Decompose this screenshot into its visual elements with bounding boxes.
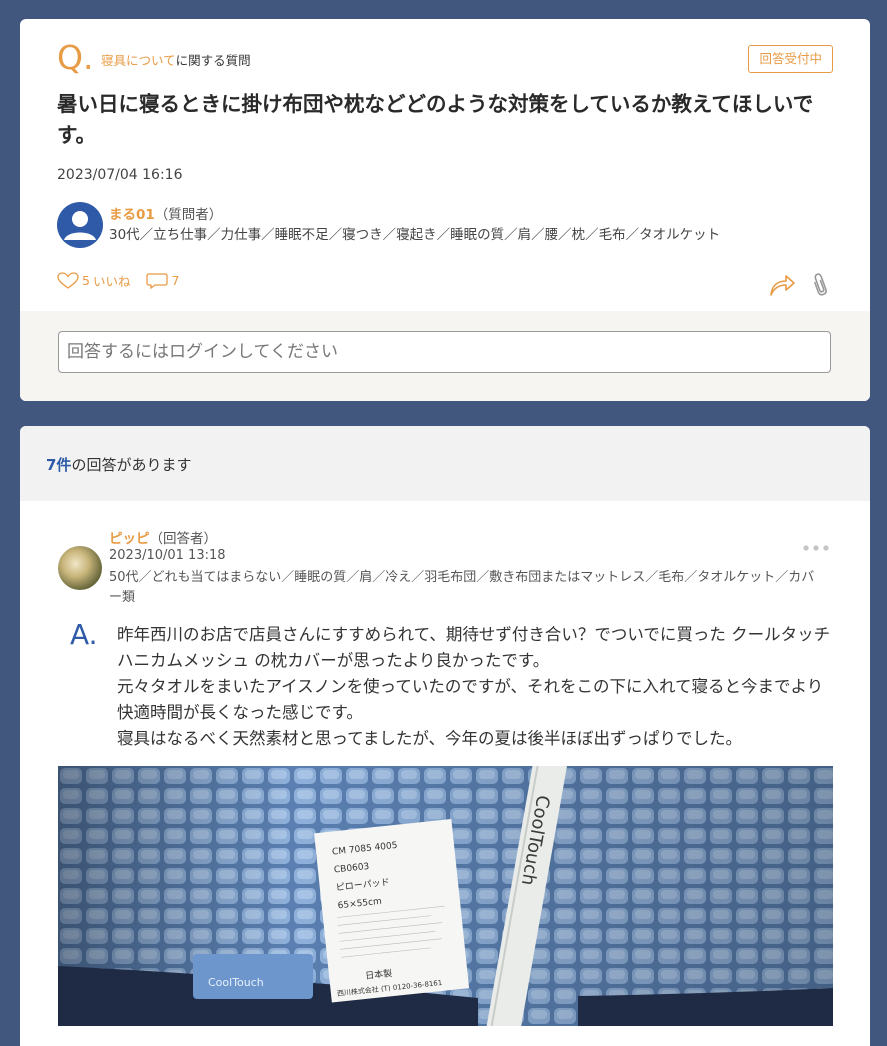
comment-button[interactable]: 7 bbox=[146, 272, 179, 290]
login-area: 回答するにはログインしてください bbox=[20, 311, 870, 401]
status-badge: 回答受付中 bbox=[748, 45, 833, 73]
paperclip-icon bbox=[814, 273, 827, 296]
asker-tags: 30代／立ち仕事／力仕事／睡眠不足／寝つき／寝起き／睡眠の質／肩／腰／枕／毛布／… bbox=[109, 227, 721, 243]
answerer-info: ピッピ（回答者） bbox=[109, 527, 217, 547]
comment-count: 7 bbox=[171, 273, 180, 288]
question-title: 暑い日に寝るときに掛け布団や枕などどのような対策をしているか教えてほしいです。 bbox=[57, 92, 814, 147]
answers-count-suffix: の回答があります bbox=[71, 456, 192, 474]
answerer-name[interactable]: ピッピ bbox=[109, 531, 150, 547]
asker-role: （質問者） bbox=[154, 207, 223, 223]
answer-body: 昨年西川のお店で店員さんにすすめられて、期待せず付き合い？でついでに買った クー… bbox=[117, 622, 832, 752]
answer-mark: A. bbox=[70, 618, 98, 651]
answer-paragraph: 寝具はなるべく天然素材と思ってましたが、今年の夏は後半ほぼ出ずっぱりでした。 bbox=[117, 729, 743, 748]
share-button[interactable] bbox=[768, 271, 796, 301]
comment-icon bbox=[146, 272, 169, 289]
answers-card: 7件の回答があります ピッピ（回答者） 2023/10/01 13:18 50代… bbox=[20, 426, 870, 1046]
like-label: いいね bbox=[92, 274, 131, 289]
answers-count-number: 7件 bbox=[46, 456, 72, 474]
share-icon bbox=[770, 275, 795, 296]
asker-info: まる01（質問者） bbox=[109, 203, 222, 223]
asker-name[interactable]: まる01 bbox=[109, 207, 155, 223]
answer-photo[interactable]: CoolTouch CM 7085 4005 CB0603 ピローパッド 65×… bbox=[58, 766, 833, 1026]
heart-icon bbox=[57, 271, 79, 289]
more-icon[interactable] bbox=[802, 536, 830, 557]
like-count: 5 bbox=[82, 273, 90, 288]
question-actions: 5 いいね 7 bbox=[57, 271, 189, 290]
more-dots bbox=[803, 545, 829, 551]
answer-paragraph: 昨年西川のお店で店員さんにすすめられて、期待せず付き合い？でついでに買った クー… bbox=[117, 625, 831, 670]
answer-date: 2023/10/01 13:18 bbox=[109, 548, 226, 563]
answerer-tags: 50代／どれも当てはまらない／睡眠の質／肩／冷え／羽毛布団／敷き布団またはマット… bbox=[109, 570, 815, 605]
answerer-role: （回答者） bbox=[149, 531, 218, 547]
answers-header: 7件の回答があります bbox=[20, 426, 870, 501]
question-mark: Q. bbox=[57, 38, 94, 77]
like-button[interactable]: 5 いいね bbox=[57, 271, 130, 290]
question-card: Q. 寝具についてに関する質問 回答受付中 暑い日に寝るときに掛け布団や枕などど… bbox=[20, 19, 870, 401]
category-suffix: に関する質問 bbox=[175, 53, 251, 68]
answers-count: 7件の回答があります bbox=[46, 454, 191, 475]
answer-paragraph: 元々タオルをまいたアイスノンを使っていたのですが、それをこの下に入れて寝ると今ま… bbox=[117, 677, 824, 722]
tag-brand: CoolTouch bbox=[208, 976, 264, 989]
pillow-photo: CoolTouch CM 7085 4005 CB0603 ピローパッド 65×… bbox=[58, 766, 833, 1026]
question-date: 2023/07/04 16:16 bbox=[57, 167, 183, 183]
category-link[interactable]: 寝具について bbox=[101, 53, 176, 68]
clip-button[interactable] bbox=[810, 271, 830, 303]
answer-input[interactable]: 回答するにはログインしてください bbox=[58, 331, 831, 373]
category-line: 寝具についてに関する質問 bbox=[101, 50, 251, 69]
asker-avatar[interactable] bbox=[57, 202, 103, 248]
user-icon bbox=[64, 211, 96, 240]
answerer-avatar[interactable] bbox=[58, 546, 102, 590]
